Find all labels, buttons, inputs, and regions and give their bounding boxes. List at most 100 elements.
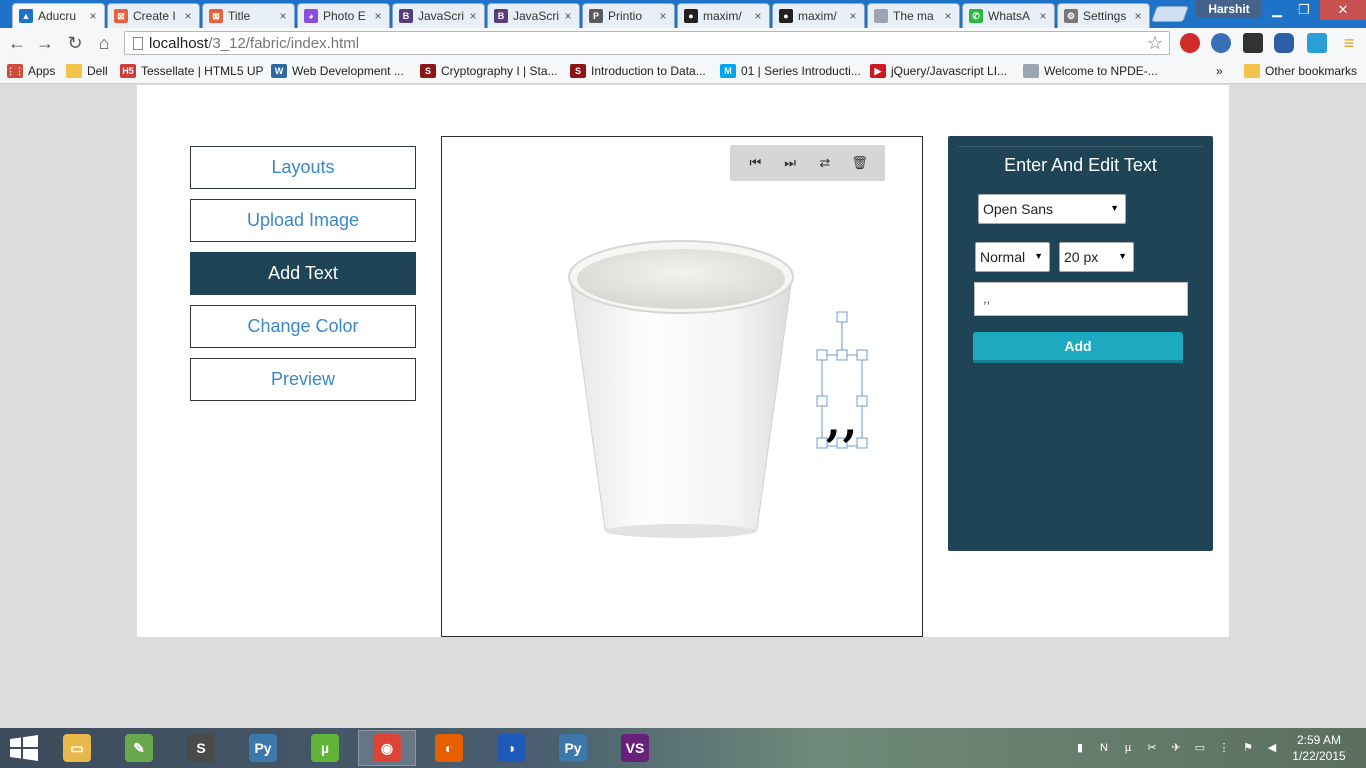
close-tab-icon[interactable]: × bbox=[468, 9, 478, 23]
paper-cup-image[interactable] bbox=[567, 239, 797, 539]
close-tab-icon[interactable]: × bbox=[943, 9, 953, 23]
bookmark-star-icon[interactable]: ☆ bbox=[1147, 33, 1163, 54]
bookmark-item[interactable]: Welcome to NPDE-... bbox=[1023, 62, 1158, 80]
browser-tab[interactable]: ⊠ Create I × bbox=[107, 3, 200, 28]
adblock-icon[interactable] bbox=[1180, 33, 1200, 53]
browser-tab[interactable]: B JavaScri × bbox=[487, 3, 580, 28]
taskbar-app-button[interactable]: ▭ bbox=[48, 730, 106, 766]
cloud-icon[interactable] bbox=[1274, 33, 1294, 53]
browser-tab[interactable]: B JavaScri × bbox=[392, 3, 485, 28]
menu-button-upload-image[interactable]: Upload Image bbox=[190, 199, 416, 242]
webdev-icon: W bbox=[271, 64, 287, 78]
browser-tab[interactable]: ● maxim/ × bbox=[772, 3, 865, 28]
close-window-button[interactable]: ✕ bbox=[1320, 0, 1366, 20]
close-tab-icon[interactable]: × bbox=[753, 9, 763, 23]
close-tab-icon[interactable]: × bbox=[1133, 9, 1143, 23]
browser-tab[interactable]: P Printio × bbox=[582, 3, 675, 28]
browser-tab[interactable]: ⊠ Title × bbox=[202, 3, 295, 28]
checkmark-extension-icon[interactable] bbox=[1307, 33, 1327, 53]
close-tab-icon[interactable]: × bbox=[278, 9, 288, 23]
font-size-select[interactable]: 20 px ▼ bbox=[1059, 242, 1134, 272]
taskbar-app-button[interactable]: ◐ bbox=[420, 730, 478, 766]
browser-tab[interactable]: ⚙ Settings × bbox=[1057, 3, 1150, 28]
bookmark-item[interactable]: M 01 | Series Introducti... bbox=[720, 62, 861, 80]
menu-button-layouts[interactable]: Layouts bbox=[190, 146, 416, 189]
menu-button-add-text[interactable]: Add Text bbox=[190, 252, 416, 295]
bookmark-item[interactable]: Dell bbox=[66, 62, 108, 80]
tray-utorrent-icon[interactable]: µ bbox=[1121, 741, 1135, 755]
maximize-button[interactable]: ❐ bbox=[1291, 0, 1317, 20]
windows-start-icon[interactable] bbox=[10, 735, 38, 761]
browser-tab[interactable]: ✆ WhatsA × bbox=[962, 3, 1055, 28]
address-bar[interactable]: localhost/3_12/fabric/index.html ☆ bbox=[124, 31, 1170, 55]
close-tab-icon[interactable]: × bbox=[373, 9, 383, 23]
menu-button-preview[interactable]: Preview bbox=[190, 358, 416, 401]
chrome-menu-icon[interactable]: ≡ bbox=[1338, 32, 1360, 54]
trash-icon[interactable]: 🗑 bbox=[849, 153, 871, 173]
bookmark-item[interactable]: H5 Tessellate | HTML5 UP bbox=[120, 62, 264, 80]
close-tab-icon[interactable]: × bbox=[1038, 9, 1048, 23]
forward-button[interactable]: → bbox=[34, 32, 56, 54]
bookmark-item[interactable]: ⋮⋮ Apps bbox=[6, 62, 55, 80]
taskbar-app-button[interactable]: µ bbox=[296, 730, 354, 766]
bookmark-item[interactable]: W Web Development ... bbox=[271, 62, 404, 80]
action-center-flag-icon[interactable]: ⚑ bbox=[1241, 741, 1255, 755]
python-idle-icon: Py bbox=[559, 734, 587, 762]
bookmarks-overflow[interactable]: » bbox=[1216, 62, 1223, 80]
tray-nk-icon[interactable]: N bbox=[1097, 741, 1111, 755]
globe-icon[interactable] bbox=[1211, 33, 1231, 53]
url-host: localhost bbox=[149, 34, 209, 52]
bookmark-label: Tessellate | HTML5 UP bbox=[141, 64, 264, 78]
canvas-text-object[interactable]: ,, bbox=[826, 397, 859, 446]
close-tab-icon[interactable]: × bbox=[563, 9, 573, 23]
taskbar-app-button[interactable]: S bbox=[172, 730, 230, 766]
send-backward-icon[interactable]: ⏮ bbox=[744, 153, 766, 173]
close-tab-icon[interactable]: × bbox=[88, 9, 98, 23]
profile-button[interactable]: Harshit bbox=[1196, 0, 1262, 18]
other-bookmarks-folder[interactable]: Other bookmarks bbox=[1244, 62, 1357, 80]
browser-tab[interactable]: ◕ Photo E × bbox=[297, 3, 390, 28]
gear-extension-icon[interactable] bbox=[1243, 33, 1263, 53]
taskbar-app-button[interactable]: ◉ bbox=[358, 730, 416, 766]
taskbar-app-button[interactable]: ◑ bbox=[482, 730, 540, 766]
folder-icon bbox=[1244, 64, 1260, 78]
design-canvas[interactable]: ⏮ ⏭ ⇄ 🗑 ,, bbox=[441, 136, 923, 637]
close-tab-icon[interactable]: × bbox=[183, 9, 193, 23]
tray-tool-icon[interactable]: ✂ bbox=[1145, 741, 1159, 755]
tray-network-tool-icon[interactable]: ✈ bbox=[1169, 741, 1183, 755]
font-family-select[interactable]: Open Sans ▼ bbox=[978, 194, 1126, 224]
bookmark-item[interactable]: ▶ jQuery/Javascript LI... bbox=[870, 62, 1007, 80]
taskbar-app-button[interactable]: Py bbox=[544, 730, 602, 766]
flip-icon[interactable]: ⇄ bbox=[814, 153, 836, 173]
minimize-button[interactable]: ▁ bbox=[1264, 0, 1290, 20]
text-edit-panel: Enter And Edit Text Open Sans ▼ Normal ▼… bbox=[948, 136, 1213, 551]
new-tab-button[interactable] bbox=[1151, 6, 1189, 22]
volume-icon[interactable]: ◀ bbox=[1265, 741, 1279, 755]
back-button[interactable]: ← bbox=[6, 32, 28, 54]
firefox-icon: ◐ bbox=[435, 734, 463, 762]
tray-app-icon[interactable]: ▮ bbox=[1073, 741, 1087, 755]
tray-wifi-icon[interactable]: ⋮ bbox=[1217, 741, 1231, 755]
taskbar-app-button[interactable]: ✎ bbox=[110, 730, 168, 766]
reload-button[interactable]: ↻ bbox=[64, 32, 86, 54]
bring-forward-icon[interactable]: ⏭ bbox=[779, 153, 801, 173]
taskbar-app-button[interactable]: Py bbox=[234, 730, 292, 766]
browser-tab[interactable]: The ma × bbox=[867, 3, 960, 28]
add-text-button[interactable]: Add bbox=[973, 332, 1183, 363]
home-button[interactable]: ⌂ bbox=[93, 32, 115, 54]
bookmark-item[interactable]: S Introduction to Data... bbox=[570, 62, 706, 80]
close-tab-icon[interactable]: × bbox=[658, 9, 668, 23]
close-tab-icon[interactable]: × bbox=[848, 9, 858, 23]
taskbar-app-button[interactable]: VS bbox=[606, 730, 664, 766]
tab-label: Photo E bbox=[323, 9, 366, 23]
browser-tab-strip: Harshit ▁ ❐ ✕ ▲ Aducru × ⊠ Create I × ⊠ Title × ◕… bbox=[0, 0, 1366, 28]
font-style-select[interactable]: Normal ▼ bbox=[975, 242, 1050, 272]
browser-tab[interactable]: ▲ Aducru × bbox=[12, 3, 105, 28]
text-input-field[interactable]: ,, bbox=[974, 282, 1188, 316]
bookmarks-bar: » Other bookmarks ⋮⋮ Apps Dell H5 Tessellate… bbox=[0, 58, 1366, 84]
menu-button-change-color[interactable]: Change Color bbox=[190, 305, 416, 348]
tray-monitor-icon[interactable]: ▭ bbox=[1193, 741, 1207, 755]
browser-tab[interactable]: ● maxim/ × bbox=[677, 3, 770, 28]
taskbar-clock[interactable]: 2:59 AM 1/22/2015 bbox=[1284, 732, 1354, 764]
bookmark-item[interactable]: S Cryptography I | Sta... bbox=[420, 62, 558, 80]
